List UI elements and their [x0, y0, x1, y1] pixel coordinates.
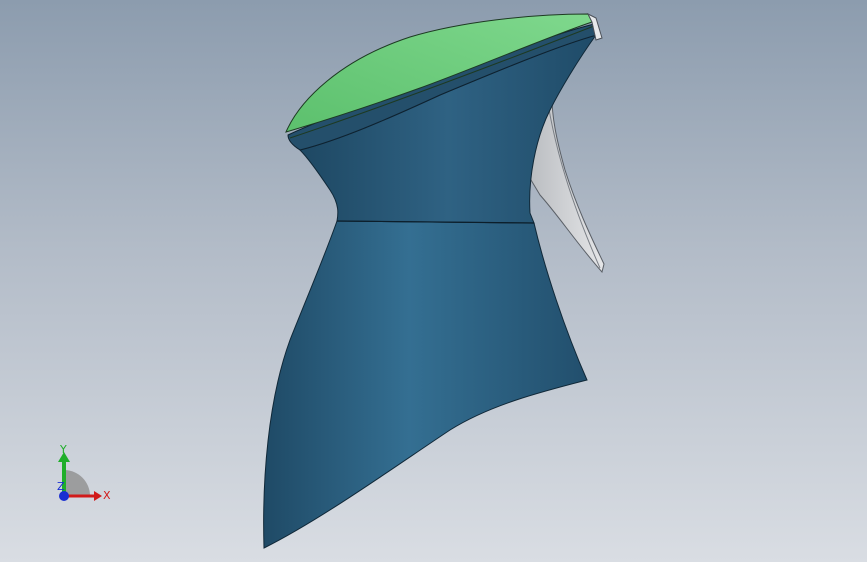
lower-body: [263, 220, 588, 549]
graphics-viewport[interactable]: Y X Z: [0, 0, 867, 562]
z-axis-label: Z: [57, 480, 65, 493]
axis-triad: Y X Z: [57, 443, 111, 502]
x-axis-label: X: [103, 489, 111, 502]
x-axis-arrowhead: [94, 491, 102, 501]
triad-plane-icon: [64, 470, 90, 496]
3d-model-view[interactable]: [0, 0, 867, 562]
y-axis-label: Y: [59, 443, 67, 456]
